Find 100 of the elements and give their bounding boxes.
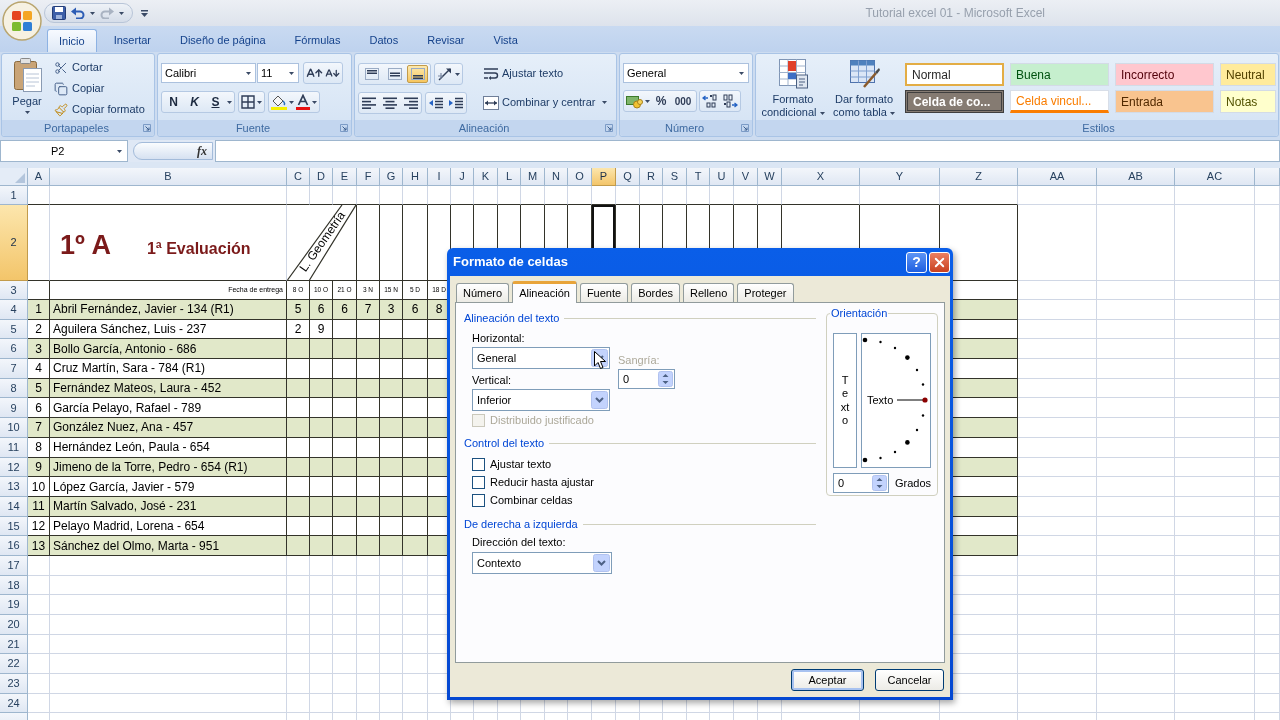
- column-header[interactable]: S: [663, 168, 687, 186]
- column-header[interactable]: R: [640, 168, 663, 186]
- increase-indent-icon[interactable]: [448, 96, 464, 110]
- column-header[interactable]: AB: [1097, 168, 1175, 186]
- office-logo-icon[interactable]: [2, 1, 42, 41]
- vertical-dropdown[interactable]: Inferior: [472, 389, 610, 411]
- dialog-tab[interactable]: Relleno: [683, 283, 735, 302]
- copy-button[interactable]: Copiar: [52, 79, 147, 98]
- column-header[interactable]: T: [687, 168, 710, 186]
- currency-icon[interactable]: [626, 93, 643, 109]
- row-header[interactable]: 11: [0, 437, 28, 458]
- decrease-decimals-icon[interactable]: [722, 94, 738, 108]
- dialog-tab[interactable]: Número: [456, 283, 510, 302]
- row-header[interactable]: 3: [0, 281, 28, 300]
- font-color-icon[interactable]: [296, 94, 310, 110]
- column-header[interactable]: M: [521, 168, 545, 186]
- dialog-launcher-icon[interactable]: [143, 124, 151, 132]
- cell-style[interactable]: Entrada: [1115, 90, 1214, 113]
- customize-toolbar-icon[interactable]: [141, 9, 148, 17]
- italic-button[interactable]: K: [185, 93, 204, 111]
- row-header[interactable]: 1: [0, 186, 28, 205]
- dialog-tab[interactable]: Alineación: [512, 281, 577, 303]
- underline-button[interactable]: S: [206, 93, 225, 111]
- column-header[interactable]: AA: [1018, 168, 1097, 186]
- row-header[interactable]: 8: [0, 378, 28, 399]
- row-header[interactable]: 21: [0, 634, 28, 655]
- row-header[interactable]: 6: [0, 339, 28, 360]
- orientation-dial[interactable]: Texto: [861, 333, 931, 468]
- row-header[interactable]: 14: [0, 496, 28, 517]
- percent-button[interactable]: %: [652, 92, 670, 110]
- name-box[interactable]: P2: [0, 140, 128, 162]
- row-header[interactable]: 5: [0, 319, 28, 340]
- column-header[interactable]: Y: [860, 168, 940, 186]
- fill-color-icon[interactable]: [271, 94, 287, 110]
- vertical-text-option[interactable]: Texto: [833, 333, 857, 468]
- column-header[interactable]: Z: [940, 168, 1018, 186]
- align-right-icon[interactable]: [403, 97, 419, 109]
- dialog-launcher-icon[interactable]: [340, 124, 348, 132]
- column-header[interactable]: W: [758, 168, 782, 186]
- merge-center-button[interactable]: Combinar y centrar: [483, 92, 607, 113]
- column-header[interactable]: U: [710, 168, 734, 186]
- dialog-tab[interactable]: Bordes: [631, 283, 680, 302]
- row-header[interactable]: 15: [0, 516, 28, 537]
- font-name-combobox[interactable]: Calibri: [161, 63, 256, 83]
- column-header[interactable]: B: [50, 168, 287, 186]
- checkbox[interactable]: [472, 457, 485, 471]
- bold-button[interactable]: N: [164, 93, 183, 111]
- decrease-indent-icon[interactable]: [428, 96, 444, 110]
- row-header[interactable]: 24: [0, 693, 28, 714]
- format-painter-button[interactable]: Copiar formato: [52, 100, 147, 119]
- ribbon-tab[interactable]: Insertar: [101, 29, 163, 52]
- format-as-table-button[interactable]: Dar formato como tabla: [828, 57, 900, 120]
- cell-style[interactable]: Neutral: [1220, 63, 1276, 86]
- column-header[interactable]: N: [545, 168, 568, 186]
- column-header[interactable]: H: [403, 168, 428, 186]
- column-header[interactable]: V: [734, 168, 758, 186]
- row-header[interactable]: 12: [0, 457, 28, 478]
- insert-function-button[interactable]: fx: [197, 145, 207, 157]
- row-header[interactable]: 4: [0, 300, 28, 320]
- row-header[interactable]: 23: [0, 674, 28, 694]
- row-header[interactable]: 9: [0, 398, 28, 419]
- cell-style[interactable]: Incorrecto: [1115, 63, 1214, 86]
- degrees-spinbox[interactable]: 0: [833, 473, 889, 493]
- row-header[interactable]: 17: [0, 555, 28, 576]
- column-header[interactable]: F: [357, 168, 380, 186]
- text-orientation-icon[interactable]: [437, 67, 453, 81]
- row-header[interactable]: 20: [0, 615, 28, 635]
- align-left-icon[interactable]: [361, 97, 377, 109]
- row-header[interactable]: 2: [0, 205, 28, 281]
- ribbon-tab[interactable]: Inicio: [47, 29, 97, 52]
- ribbon-tab[interactable]: Diseño de página: [168, 29, 278, 52]
- dialog-tab[interactable]: Proteger: [737, 283, 794, 302]
- column-header[interactable]: P: [592, 168, 616, 186]
- dialog-launcher-icon[interactable]: [605, 124, 613, 132]
- font-size-combobox[interactable]: 11: [257, 63, 299, 83]
- column-header[interactable]: A: [28, 168, 50, 186]
- dialog-tab[interactable]: Fuente: [579, 283, 629, 302]
- row-header[interactable]: 16: [0, 536, 28, 556]
- formula-input[interactable]: [215, 140, 1280, 162]
- row-header[interactable]: 13: [0, 477, 28, 497]
- column-header[interactable]: Q: [616, 168, 640, 186]
- horizontal-dropdown[interactable]: General: [472, 347, 610, 369]
- column-header[interactable]: AC: [1175, 168, 1255, 186]
- checkbox[interactable]: [472, 493, 485, 507]
- column-header[interactable]: L: [498, 168, 521, 186]
- cancel-button[interactable]: Cancelar: [875, 669, 944, 691]
- align-center-icon[interactable]: [382, 97, 398, 109]
- increase-decimals-icon[interactable]: [702, 94, 718, 108]
- wrap-text-button[interactable]: Ajustar texto: [483, 63, 607, 84]
- number-format-combobox[interactable]: General: [623, 63, 749, 83]
- ribbon-tab[interactable]: Revisar: [415, 29, 477, 52]
- ribbon-tab[interactable]: Datos: [357, 29, 411, 52]
- row-header[interactable]: 10: [0, 418, 28, 438]
- conditional-format-button[interactable]: Formato condicional: [758, 57, 828, 120]
- cut-button[interactable]: Cortar: [52, 58, 147, 77]
- cell-style[interactable]: Notas: [1220, 90, 1276, 113]
- row-header[interactable]: 19: [0, 595, 28, 615]
- row-header[interactable]: 22: [0, 654, 28, 675]
- dialog-launcher-icon[interactable]: [741, 124, 749, 132]
- column-header[interactable]: C: [287, 168, 310, 186]
